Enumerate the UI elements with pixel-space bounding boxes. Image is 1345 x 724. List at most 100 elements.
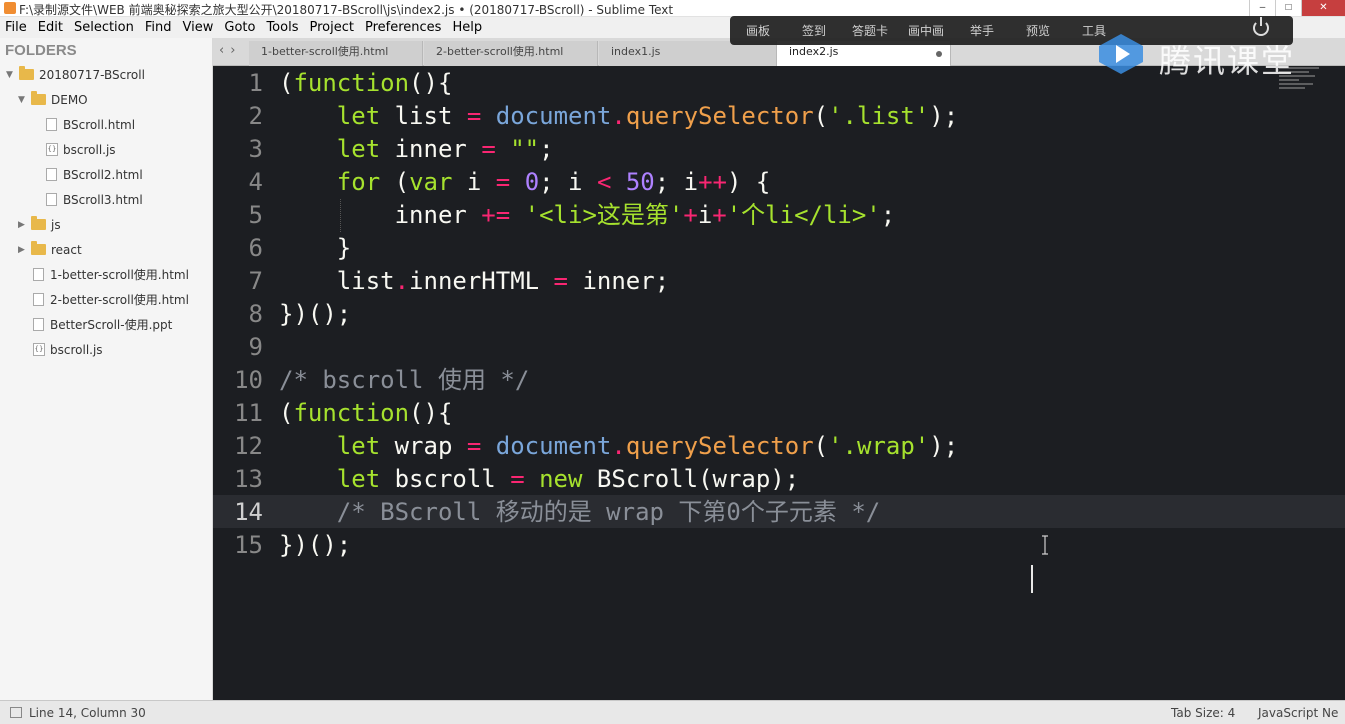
line-number: 2 xyxy=(248,102,263,130)
sidebar-item-bscroll2-html[interactable]: BScroll2.html xyxy=(46,162,143,187)
menu-file[interactable]: File xyxy=(0,20,33,35)
tab-2-better-scroll[interactable]: 2-better-scroll使用.html xyxy=(424,41,598,66)
code-line[interactable]: for (var i = 0; i < 50; i++) { xyxy=(279,166,771,199)
line-number: 10 xyxy=(234,366,263,394)
code-line[interactable]: inner += '<li>这是第'+i+'个li</li>'; xyxy=(279,199,896,232)
cursor-position[interactable]: Line 14, Column 30 xyxy=(29,706,146,720)
code-line[interactable]: let bscroll = new BScroll(wrap); xyxy=(279,463,799,496)
collapsed-arrow-icon[interactable]: ▶ xyxy=(18,245,28,255)
code-token: = xyxy=(495,168,511,196)
line-number: 12 xyxy=(234,432,263,460)
tencent-classroom-logo-icon xyxy=(1099,34,1143,74)
code-token: 0 xyxy=(524,168,540,196)
overlay-preview[interactable]: 预览 xyxy=(1010,22,1066,39)
sidebar-item-bscroll-js-root[interactable]: {} bscroll.js xyxy=(33,337,103,362)
overlay-answer-card[interactable]: 答题卡 xyxy=(842,22,898,39)
sidebar-item-bscroll-js[interactable]: {} bscroll.js xyxy=(46,137,116,162)
code-line[interactable]: (function(){ xyxy=(279,397,452,430)
sidebar-item-project-folder[interactable]: ▼ 20180717-BScroll xyxy=(6,62,145,87)
code-token: ( xyxy=(279,399,294,427)
code-token: ) { xyxy=(727,168,771,196)
code-line[interactable]: } xyxy=(279,232,351,265)
collapsed-arrow-icon[interactable]: ▶ xyxy=(18,220,28,230)
code-token: = xyxy=(510,465,525,493)
code-line[interactable]: /* BScroll 移动的是 wrap 下第0个子元素 */ xyxy=(279,496,880,529)
sidebar-item-better-scroll-2[interactable]: 2-better-scroll使用.html xyxy=(33,287,189,312)
code-line[interactable]: /* bscroll 使用 */ xyxy=(279,364,529,397)
code-token: document xyxy=(495,432,612,460)
code-line[interactable]: let wrap = document.querySelector('.wrap… xyxy=(279,430,958,463)
panel-toggle-icon[interactable] xyxy=(10,707,22,718)
code-token: = xyxy=(466,432,482,460)
sidebar-item-js[interactable]: ▶ js xyxy=(18,212,61,237)
js-file-icon: {} xyxy=(33,343,45,356)
window-controls: – □ ✕ xyxy=(1249,0,1345,17)
sublime-app-icon xyxy=(4,2,16,14)
tab-nav-arrows-icon[interactable]: ‹› xyxy=(219,43,241,58)
sidebar-item-label: 20180717-BScroll xyxy=(39,67,145,82)
sidebar-item-bscroll-html[interactable]: BScroll.html xyxy=(46,112,135,137)
expanded-arrow-icon[interactable]: ▼ xyxy=(6,70,16,80)
code-token: bscroll xyxy=(380,465,511,493)
code-token: ); xyxy=(929,102,959,130)
unsaved-dot-icon[interactable] xyxy=(936,51,942,57)
menu-preferences[interactable]: Preferences xyxy=(360,20,447,35)
menu-project[interactable]: Project xyxy=(304,20,359,35)
menu-help[interactable]: Help xyxy=(447,20,488,35)
tab-1-better-scroll[interactable]: 1-better-scroll使用.html xyxy=(249,41,423,66)
minimize-icon[interactable]: – xyxy=(1249,0,1275,16)
code-token: (){ xyxy=(409,399,453,427)
indent-guide xyxy=(340,199,341,232)
sidebar-item-demo[interactable]: ▼ DEMO xyxy=(18,87,88,112)
menu-view[interactable]: View xyxy=(178,20,220,35)
code-token: querySelector xyxy=(625,432,814,460)
line-number: 8 xyxy=(248,300,263,328)
overlay-raise-hand[interactable]: 举手 xyxy=(954,22,1010,39)
line-number: 5 xyxy=(248,201,263,229)
code-token: new xyxy=(539,465,583,493)
expanded-arrow-icon[interactable]: ▼ xyxy=(18,95,28,105)
folder-icon xyxy=(19,66,34,80)
sidebar-item-label: bscroll.js xyxy=(50,342,103,357)
sidebar-item-better-scroll-1[interactable]: 1-better-scroll使用.html xyxy=(33,262,189,287)
tab-size-indicator[interactable]: Tab Size: 4 xyxy=(1171,706,1235,720)
code-editor[interactable]: 1 2 3 4 5 6 7 8 9 10 11 12 13 14 15 (function(){ let l… xyxy=(213,67,1345,700)
code-line[interactable]: })(); xyxy=(279,298,351,331)
syntax-indicator[interactable]: JavaScript Ne xyxy=(1258,706,1338,720)
overlay-picture-in-picture[interactable]: 画中画 xyxy=(898,22,954,39)
overlay-drawing-board[interactable]: 画板 xyxy=(730,22,786,39)
menu-selection[interactable]: Selection xyxy=(69,20,140,35)
line-number: 1 xyxy=(248,69,263,97)
menu-edit[interactable]: Edit xyxy=(33,20,69,35)
code-line[interactable]: list.innerHTML = inner; xyxy=(279,265,669,298)
js-file-icon: {} xyxy=(46,143,58,156)
code-token: + xyxy=(683,201,698,229)
tencent-classroom-watermark: 腾讯课堂 xyxy=(1095,30,1305,80)
watermark-text: 腾讯课堂 xyxy=(1159,42,1296,80)
sidebar-item-label: DEMO xyxy=(51,92,88,107)
menu-tools[interactable]: Tools xyxy=(261,20,304,35)
overlay-sign-in[interactable]: 签到 xyxy=(786,22,842,39)
maximize-icon[interactable]: □ xyxy=(1275,0,1301,16)
sidebar-item-react[interactable]: ▶ react xyxy=(18,237,82,262)
close-icon[interactable]: ✕ xyxy=(1301,0,1345,16)
code-token: list xyxy=(380,102,467,130)
sidebar-item-ppt[interactable]: BetterScroll-使用.ppt xyxy=(33,312,172,337)
menu-find[interactable]: Find xyxy=(140,20,178,35)
tab-label: index2.js xyxy=(789,45,839,58)
line-number: 15 xyxy=(234,531,263,559)
code-token: (){ xyxy=(409,69,453,97)
menu-goto[interactable]: Goto xyxy=(219,20,261,35)
code-line[interactable]: let list = document.querySelector('.list… xyxy=(279,100,958,133)
code-line[interactable]: })(); xyxy=(279,529,351,562)
code-line[interactable]: (function(){ xyxy=(279,67,452,100)
code-line[interactable]: let inner = ""; xyxy=(279,133,554,166)
code-token: 50 xyxy=(625,168,655,196)
sidebar-item-bscroll3-html[interactable]: BScroll3.html xyxy=(46,187,143,212)
